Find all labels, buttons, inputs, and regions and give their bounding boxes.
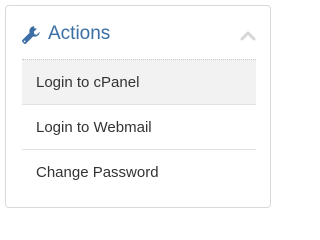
menu-item-change-password[interactable]: Change Password: [22, 150, 256, 195]
chevron-up-icon[interactable]: [240, 28, 256, 41]
panel-title: Actions: [48, 23, 111, 44]
actions-menu: Login to cPanel Login to Webmail Change …: [22, 59, 256, 195]
wrench-icon: [21, 25, 41, 45]
menu-item-login-webmail[interactable]: Login to Webmail: [22, 105, 256, 150]
panel-header[interactable]: Actions: [6, 6, 270, 62]
actions-panel: Actions Login to cPanel Login to Webmail…: [5, 5, 271, 208]
menu-item-login-cpanel[interactable]: Login to cPanel: [22, 59, 256, 105]
